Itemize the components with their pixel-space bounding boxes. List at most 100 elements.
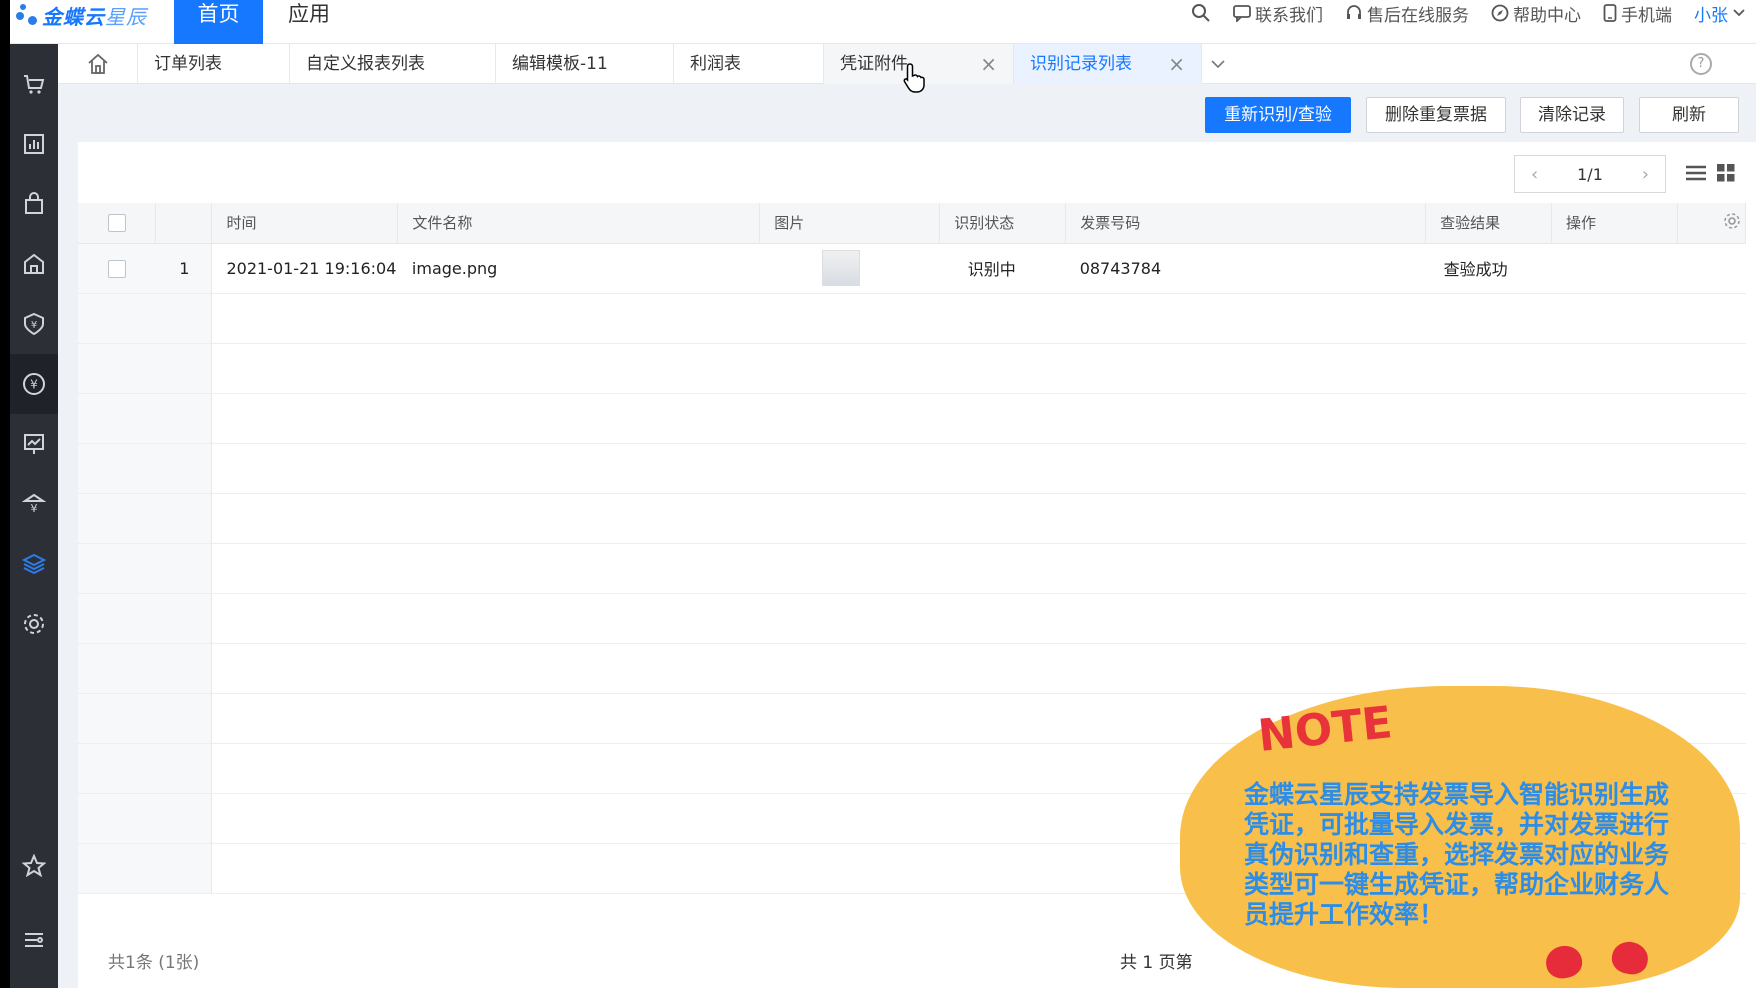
tab-profit-statement[interactable]: 利润表 [674, 44, 824, 84]
empty-row [78, 343, 1746, 394]
layers-icon [22, 553, 46, 575]
contact-us-link[interactable]: 联系我们 [1233, 1, 1323, 26]
col-check-result[interactable]: 查验结果 [1425, 203, 1553, 244]
col-time[interactable]: 时间 [211, 203, 399, 244]
phone-icon [1603, 4, 1617, 22]
sidebar: ¥ ¥ ¥ [10, 44, 58, 988]
view-switcher [1686, 164, 1736, 182]
after-sales-link[interactable]: 售后在线服务 [1345, 1, 1469, 26]
col-image[interactable]: 图片 [759, 203, 941, 244]
row-operation [1551, 243, 1678, 294]
warehouse-icon [24, 253, 44, 274]
contact-us-label: 联系我们 [1255, 5, 1323, 26]
headset-icon [1347, 5, 1361, 19]
prev-page-button[interactable]: ‹ [1531, 164, 1538, 185]
select-all-header [78, 203, 157, 244]
invoice-thumbnail[interactable] [821, 250, 860, 286]
empty-row [78, 493, 1746, 544]
search-button[interactable] [1191, 3, 1211, 23]
svg-text:¥: ¥ [31, 320, 37, 331]
tab-label: 自定义报表列表 [306, 54, 425, 74]
help-button[interactable]: ? [1690, 53, 1712, 75]
top-tools: 联系我们 售后在线服务 帮助中心 手机端 小张 [1191, 0, 1746, 26]
menu-settings-icon [25, 933, 43, 947]
delete-duplicates-button[interactable]: 删除重复票据 [1366, 97, 1506, 133]
home-icon [87, 53, 108, 74]
sidebar-item-settings[interactable] [10, 594, 58, 654]
sidebar-item-fund[interactable]: ¥ [10, 354, 58, 414]
col-file-name[interactable]: 文件名称 [397, 203, 761, 244]
gear-icon [24, 614, 44, 634]
help-center-link[interactable]: 帮助中心 [1491, 1, 1581, 26]
star-icon [22, 854, 46, 878]
empty-row [78, 593, 1746, 644]
sidebar-item-bank[interactable]: ¥ [10, 474, 58, 534]
tab-recognition-records[interactable]: 识别记录列表 × [1014, 44, 1202, 84]
tab-label: 编辑模板-11 [512, 54, 608, 74]
sidebar-item-purchase[interactable] [10, 174, 58, 234]
sidebar-item-store[interactable] [10, 54, 58, 114]
chart-board-icon [24, 434, 44, 454]
column-settings-header [1677, 203, 1747, 244]
tab-overflow-button[interactable] [1202, 44, 1234, 84]
sidebar-item-tax[interactable] [10, 534, 58, 594]
empty-row [78, 293, 1746, 344]
tab-custom-report-list[interactable]: 自定义报表列表 [290, 44, 496, 84]
sidebar-item-analysis[interactable] [10, 414, 58, 474]
hand-cursor-icon [903, 63, 925, 93]
row-seq: 1 [155, 243, 213, 294]
nav-tab-home[interactable]: 首页 [174, 0, 263, 44]
close-icon[interactable]: × [980, 44, 997, 84]
empty-row [78, 543, 1746, 594]
search-icon [1192, 4, 1210, 22]
tab-label: 凭证附件 [840, 54, 908, 74]
sidebar-item-menu-config[interactable] [10, 910, 58, 970]
col-invoice-no[interactable]: 发票号码 [1065, 203, 1427, 244]
next-page-button[interactable]: › [1642, 164, 1649, 185]
total-count: 共1条 (1张) [108, 953, 200, 973]
sidebar-item-warehouse[interactable] [10, 234, 58, 294]
col-status[interactable]: 识别状态 [939, 203, 1067, 244]
seq-header [155, 203, 213, 244]
refresh-button[interactable]: 刷新 [1639, 97, 1739, 133]
sidebar-item-report[interactable] [10, 114, 58, 174]
row-checkbox[interactable] [107, 259, 126, 278]
bank-icon: ¥ [22, 493, 46, 515]
row-invoice-no: 08743784 [1065, 243, 1426, 294]
note-text: 金蝶云星辰支持发票导入智能识别生成凭证，可批量导入发票，并对发票进行真伪识别和查… [1244, 780, 1670, 929]
mobile-link[interactable]: 手机端 [1603, 1, 1672, 26]
yuan-shield-icon: ¥ [24, 312, 44, 336]
tab-order-list[interactable]: 订单列表 [138, 44, 290, 84]
bag-icon [25, 192, 43, 214]
grid-view-icon[interactable] [1716, 164, 1736, 182]
nav-tab-apps[interactable]: 应用 [274, 0, 344, 44]
tab-label: 利润表 [690, 54, 741, 74]
user-name: 小张 [1694, 5, 1728, 26]
tab-label: 识别记录列表 [1030, 54, 1132, 74]
select-all-checkbox[interactable] [107, 214, 126, 232]
brand-name: 金蝶云星辰 [42, 4, 147, 29]
clear-records-button[interactable]: 清除记录 [1520, 97, 1624, 133]
row-file-name: image.png [397, 243, 760, 294]
empty-row [78, 443, 1746, 494]
brand-logo[interactable]: 金蝶云星辰 [16, 0, 147, 30]
sidebar-item-finance[interactable]: ¥ [10, 294, 58, 354]
re-recognize-button[interactable]: 重新识别/查验 [1205, 97, 1351, 133]
user-menu[interactable]: 小张 [1694, 1, 1746, 26]
top-navigation: 金蝶云星辰 首页 应用 联系我们 售后在线服务 帮助中心 手机端 小张 [10, 0, 1756, 44]
table-row[interactable]: 1 2021-01-21 19:16:04 image.png 识别中 0874… [78, 243, 1746, 294]
sidebar-item-favorites[interactable] [10, 836, 58, 896]
row-image-cell [759, 243, 940, 294]
logo-dots-icon [16, 0, 42, 30]
tab-edit-template[interactable]: 编辑模板-11 [496, 44, 674, 84]
col-operation[interactable]: 操作 [1551, 203, 1678, 244]
pager: ‹ 1/1 › [1514, 155, 1666, 193]
video-frame-edge [0, 0, 10, 988]
close-icon[interactable]: × [1168, 44, 1185, 84]
store-icon [24, 75, 45, 94]
list-view-icon[interactable] [1686, 164, 1706, 182]
gear-icon[interactable] [1723, 212, 1741, 230]
home-tab[interactable] [58, 44, 138, 84]
mobile-label: 手机端 [1621, 5, 1672, 26]
row-spacer [1677, 243, 1746, 294]
